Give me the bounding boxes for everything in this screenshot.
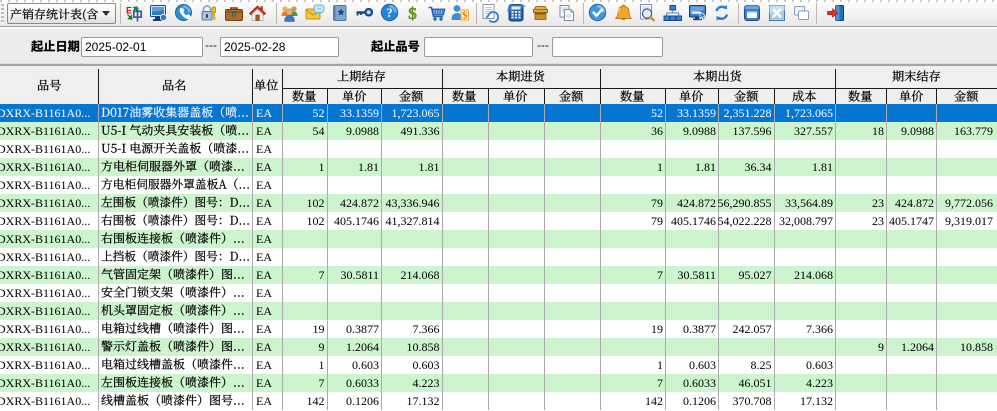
svg-text:?: ? bbox=[386, 6, 392, 20]
svg-text:$: $ bbox=[462, 11, 467, 22]
svg-text:$: $ bbox=[408, 4, 417, 23]
svg-text:E: E bbox=[126, 6, 132, 16]
